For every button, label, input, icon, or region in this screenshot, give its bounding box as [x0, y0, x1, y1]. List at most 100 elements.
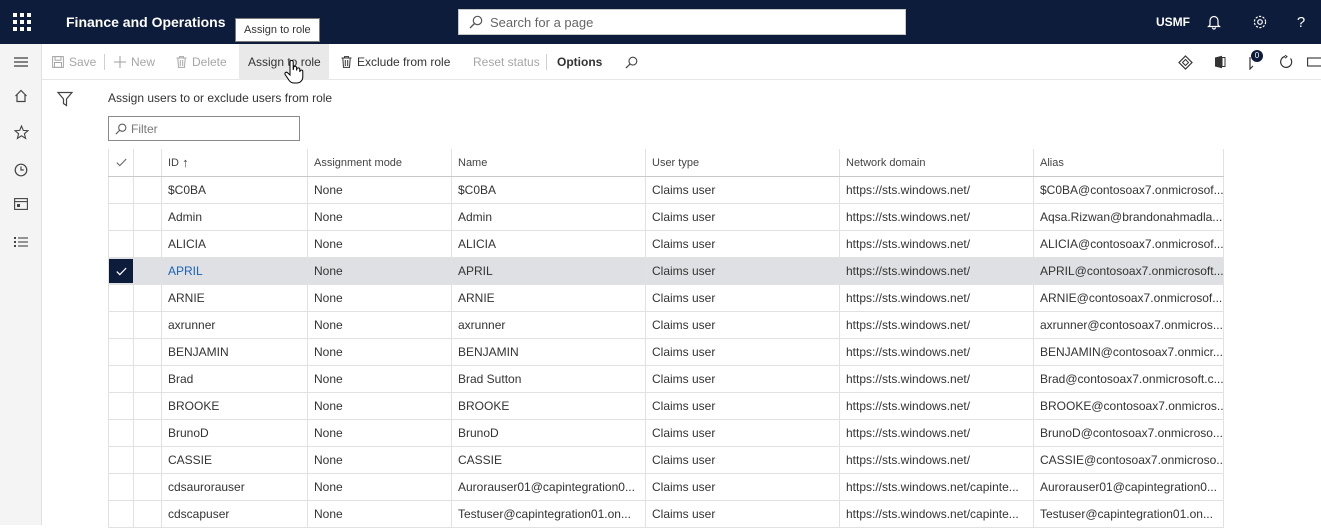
row-checkbox[interactable]: [108, 177, 134, 203]
cell-network-domain: https://sts.windows.net/: [840, 393, 1034, 419]
table-row[interactable]: BENJAMIN None BENJAMIN Claims user https://s…: [108, 339, 1224, 366]
select-all-checkbox[interactable]: [108, 149, 134, 176]
table-row[interactable]: axrunner None axrunner Claims user https://s…: [108, 312, 1224, 339]
search-input[interactable]: Search for a page: [458, 9, 906, 35]
app-title[interactable]: Finance and Operations: [66, 0, 225, 44]
diamond-icon[interactable]: [1175, 52, 1195, 72]
row-checkbox[interactable]: [108, 474, 134, 500]
cell-name: APRIL: [452, 258, 646, 284]
cell-user-type: Claims user: [646, 312, 840, 338]
row-checkbox[interactable]: [108, 366, 134, 392]
row-marker: [134, 258, 162, 284]
exclude-from-role-button[interactable]: Exclude from role: [341, 44, 450, 80]
column-header-id[interactable]: ID ↑: [162, 149, 308, 176]
table-row[interactable]: BrunoD None BrunoD Claims user https://sts.w…: [108, 420, 1224, 447]
cell-id[interactable]: BENJAMIN: [162, 339, 308, 365]
column-header-network-domain[interactable]: Network domain: [840, 149, 1034, 176]
column-header-name[interactable]: Name: [452, 149, 646, 176]
cell-user-type: Claims user: [646, 366, 840, 392]
cell-id[interactable]: $C0BA: [162, 177, 308, 203]
row-marker: [134, 474, 162, 500]
attachments-icon[interactable]: 0: [1245, 50, 1265, 72]
table-row[interactable]: BROOKE None BROOKE Claims user https://sts.w…: [108, 393, 1224, 420]
table-row[interactable]: cdscapuser None Testuser@capintegration01.…: [108, 501, 1224, 528]
workspaces-icon[interactable]: [11, 194, 31, 214]
table-row[interactable]: ALICIA None ALICIA Claims user https://sts.w…: [108, 231, 1224, 258]
row-checkbox[interactable]: [108, 339, 134, 365]
action-search-button[interactable]: [625, 44, 643, 80]
row-checkbox[interactable]: [108, 312, 134, 338]
table-row[interactable]: APRIL None APRIL Claims user https://sts.win…: [108, 258, 1224, 285]
gear-icon[interactable]: [1250, 12, 1270, 32]
cell-id[interactable]: cdscapuser: [162, 501, 308, 527]
home-icon[interactable]: [11, 86, 31, 106]
new-button[interactable]: New: [114, 44, 155, 80]
cell-network-domain: https://sts.windows.net/: [840, 231, 1034, 257]
row-checkbox[interactable]: [108, 393, 134, 419]
star-icon[interactable]: [11, 122, 31, 142]
table-row[interactable]: Admin None Admin Claims user https://sts.win…: [108, 204, 1224, 231]
cell-id[interactable]: APRIL: [162, 258, 308, 284]
grid-body: $C0BA None $C0BA Claims user https://sts.win…: [108, 177, 1224, 528]
cell-id[interactable]: BrunoD: [162, 420, 308, 446]
delete-button[interactable]: Delete: [176, 44, 227, 80]
cell-id[interactable]: CASSIE: [162, 447, 308, 473]
row-marker: [134, 501, 162, 527]
cell-user-type: Claims user: [646, 474, 840, 500]
cell-user-type: Claims user: [646, 420, 840, 446]
app-launcher-button[interactable]: [0, 0, 44, 44]
row-checkbox[interactable]: [108, 501, 134, 527]
reset-status-button[interactable]: Reset status: [473, 44, 540, 80]
refresh-icon[interactable]: [1276, 52, 1296, 72]
cell-assignment-mode: None: [308, 447, 452, 473]
hamburger-icon[interactable]: [11, 52, 31, 72]
office-icon[interactable]: [1210, 52, 1230, 72]
clock-icon[interactable]: [11, 160, 31, 180]
table-row[interactable]: CASSIE None CASSIE Claims user https://sts.w…: [108, 447, 1224, 474]
save-label: Save: [69, 55, 97, 69]
table-row[interactable]: Brad None Brad Sutton Claims user https://st…: [108, 366, 1224, 393]
row-marker: [134, 285, 162, 311]
cell-id[interactable]: Admin: [162, 204, 308, 230]
cell-id[interactable]: ARNIE: [162, 285, 308, 311]
row-checkbox[interactable]: [108, 447, 134, 473]
cell-id[interactable]: cdsaurorauser: [162, 474, 308, 500]
cell-id[interactable]: axrunner: [162, 312, 308, 338]
cell-name: Admin: [452, 204, 646, 230]
row-checkbox[interactable]: [108, 420, 134, 446]
column-header-alias[interactable]: Alias: [1034, 149, 1224, 176]
bell-icon[interactable]: [1204, 12, 1224, 32]
open-in-new-window-icon[interactable]: [1304, 52, 1321, 72]
column-header-user-type[interactable]: User type: [646, 149, 840, 176]
trash-icon: [176, 56, 187, 68]
cell-id[interactable]: ALICIA: [162, 231, 308, 257]
table-row[interactable]: ARNIE None ARNIE Claims user https://sts.win…: [108, 285, 1224, 312]
modules-list-icon[interactable]: [11, 232, 31, 252]
options-label: Options: [557, 55, 603, 69]
quick-filter-input[interactable]: Filter: [108, 116, 300, 141]
row-checkbox[interactable]: [108, 204, 134, 230]
cell-id[interactable]: Brad: [162, 366, 308, 392]
row-marker: [134, 366, 162, 392]
row-checkbox[interactable]: [108, 285, 134, 311]
cell-network-domain: https://sts.windows.net/: [840, 285, 1034, 311]
left-navigation-rail: [0, 44, 42, 525]
cell-id[interactable]: BROOKE: [162, 393, 308, 419]
cell-name: BENJAMIN: [452, 339, 646, 365]
table-row[interactable]: cdsaurorauser None Aurorauser01@capintegra…: [108, 474, 1224, 501]
column-header-assignment-mode[interactable]: Assignment mode: [308, 149, 452, 176]
action-pane: Save New Delete Assign to role Exclude f…: [42, 44, 1321, 80]
cell-assignment-mode: None: [308, 366, 452, 392]
options-tab[interactable]: Options: [557, 44, 602, 80]
company-picker[interactable]: USMF: [1156, 0, 1190, 44]
row-checkbox[interactable]: [108, 231, 134, 257]
save-button[interactable]: Save: [52, 44, 96, 80]
save-icon: [52, 56, 64, 68]
table-row[interactable]: $C0BA None $C0BA Claims user https://sts.win…: [108, 177, 1224, 204]
separator: [546, 54, 547, 70]
row-checkbox[interactable]: [108, 258, 134, 284]
help-icon[interactable]: ?: [1291, 12, 1311, 32]
filter-icon[interactable]: [56, 90, 74, 108]
cell-user-type: Claims user: [646, 339, 840, 365]
delete-label: Delete: [192, 55, 227, 69]
